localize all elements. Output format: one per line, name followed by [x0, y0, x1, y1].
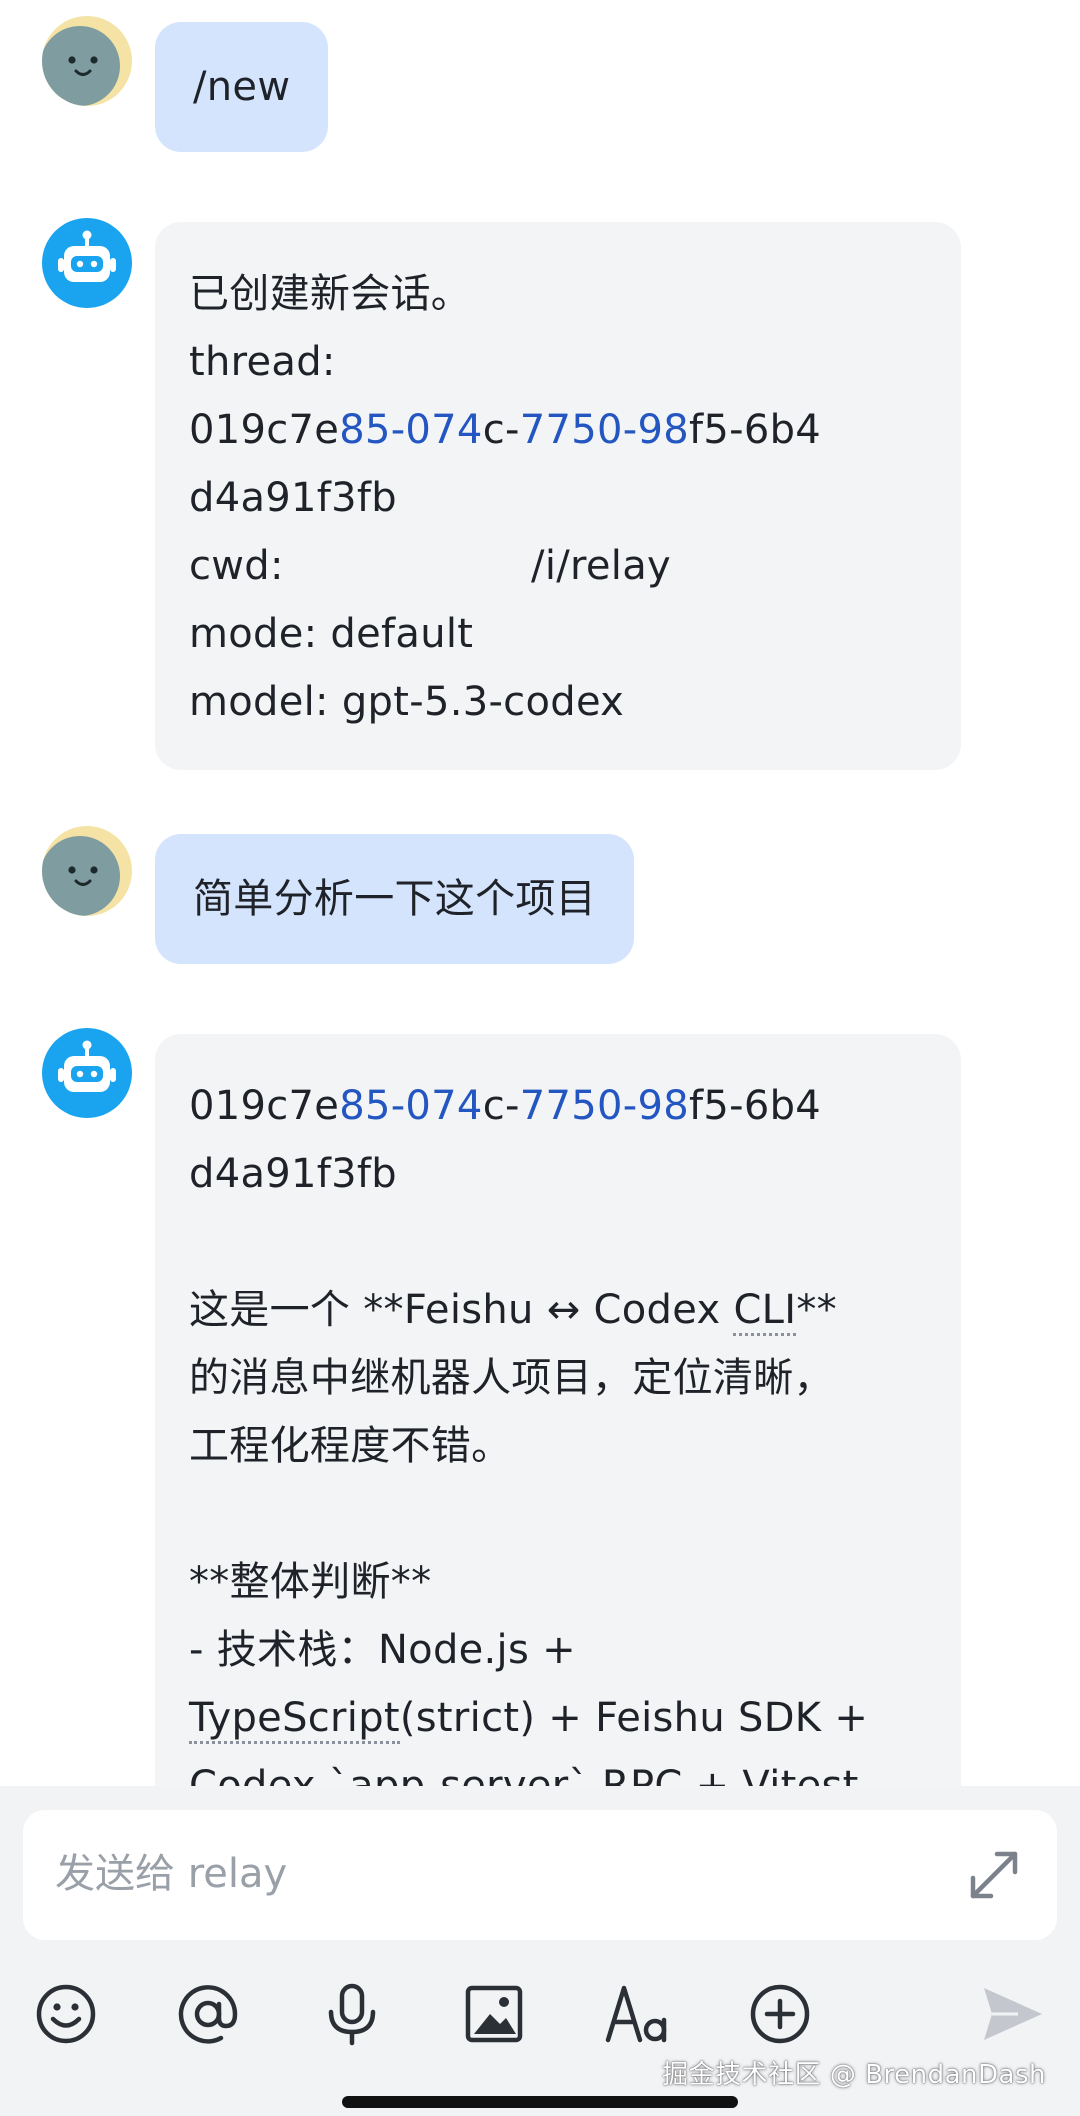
composer-toolbar [0, 1974, 1080, 2064]
message-line: 的消息中继机器人项目，定位清晰， [189, 1355, 834, 1401]
glossary-term[interactable]: CLI [733, 1287, 797, 1336]
message-line: mode: default [189, 611, 474, 657]
message-line: model: gpt-5.3-codex [189, 679, 625, 725]
text-part: 这是一个 **Feishu ↔ Codex [189, 1287, 734, 1333]
text-format-button[interactable] [598, 1974, 678, 2054]
thread-id-part: f5-6b4 [688, 407, 822, 453]
message-composer: 发送给 relay 掘金技术社区 @ BrendanDash [0, 1786, 1080, 2116]
robot-icon [58, 230, 116, 282]
thread-id-line: 019c7e85-074c-7750-98f5-6b4 [189, 396, 929, 464]
message-line: 这是一个 **Feishu ↔ Codex CLI** [189, 1276, 929, 1344]
bot-avatar[interactable] [42, 1028, 132, 1118]
emoji-icon [36, 1984, 96, 2044]
message-input[interactable]: 发送给 relay [23, 1810, 1057, 1940]
thread-id-part: f5-6b4 [688, 1083, 822, 1129]
chat-message-list[interactable]: /new 已创建新会话。 thread: 019c7e85-074c-7750-… [0, 0, 1080, 1790]
add-button[interactable] [740, 1974, 820, 2054]
thread-id-part: 019c7e [189, 407, 340, 453]
user-message-bubble[interactable]: /new [155, 22, 329, 152]
thread-id-part: 019c7e [189, 1083, 340, 1129]
user-avatar-icon [42, 826, 132, 916]
bot-message-bubble[interactable]: 019c7e85-074c-7750-98f5-6b4 d4a91f3fb 这是… [155, 1034, 961, 1790]
voice-button[interactable] [312, 1974, 392, 2054]
robot-icon [58, 1040, 116, 1092]
user-avatar[interactable] [42, 826, 132, 916]
thread-id-part: c- [482, 1083, 520, 1129]
message-text: /new [193, 64, 291, 110]
text-part: (strict) + Feishu SDK + [399, 1695, 869, 1741]
glossary-term[interactable]: TypeScript [189, 1695, 400, 1744]
microphone-icon [328, 1983, 376, 2046]
home-indicator [342, 2096, 738, 2108]
watermark-text: 掘金技术社区 @ BrendanDash [662, 2060, 1046, 2090]
thread-id-link-part[interactable]: 85-074 [339, 1083, 482, 1129]
bot-avatar[interactable] [42, 218, 132, 308]
message-line: cwd: /i/relay [189, 543, 671, 589]
message-line: Codex `app-server` RPC + Vitest [189, 1763, 859, 1790]
message-line: d4a91f3fb [189, 1151, 397, 1197]
expand-arrows-icon[interactable] [965, 1846, 1023, 1904]
bot-message-bubble[interactable]: 已创建新会话。 thread: 019c7e85-074c-7750-98f5-… [155, 222, 961, 770]
user-avatar[interactable] [42, 16, 132, 106]
message-line: thread: [189, 339, 336, 385]
message-line: 工程化程度不错。 [189, 1423, 512, 1469]
input-placeholder: 发送给 relay [55, 1851, 288, 1897]
user-avatar-icon [42, 16, 132, 106]
mention-icon [178, 1985, 238, 2044]
message-line: - 技术栈：Node.js + [189, 1627, 576, 1673]
thread-id-line: 019c7e85-074c-7750-98f5-6b4 [189, 1072, 929, 1140]
thread-id-link-part[interactable]: 7750-98 [520, 407, 689, 453]
image-icon [465, 1985, 523, 2043]
message-line: 已创建新会话。 [189, 271, 472, 317]
emoji-button[interactable] [26, 1974, 106, 2054]
image-button[interactable] [454, 1974, 534, 2054]
thread-id-link-part[interactable]: 7750-98 [520, 1083, 689, 1129]
add-icon [750, 1984, 810, 2044]
thread-id-part: c- [482, 407, 520, 453]
user-message-bubble[interactable]: 简单分析一下这个项目 [155, 834, 634, 964]
message-line: d4a91f3fb [189, 475, 397, 521]
text-part: ** [796, 1287, 837, 1333]
send-icon [984, 1988, 1042, 2040]
thread-id-link-part[interactable]: 85-074 [339, 407, 482, 453]
message-text: 简单分析一下这个项目 [193, 876, 596, 922]
mention-button[interactable] [168, 1974, 248, 2054]
send-button[interactable] [972, 1974, 1052, 2054]
message-line: TypeScript(strict) + Feishu SDK + [189, 1684, 929, 1752]
message-line: **整体判断** [189, 1559, 432, 1605]
text-format-icon [605, 1985, 667, 2043]
